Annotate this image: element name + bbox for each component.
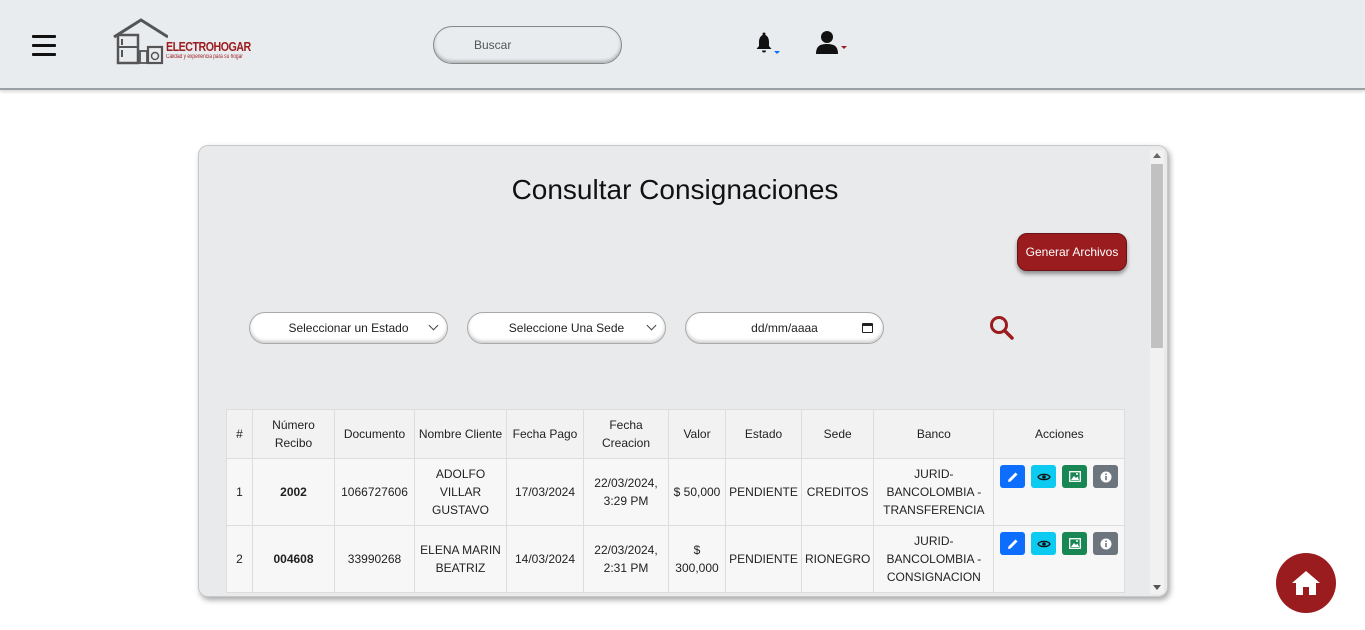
column-header: Sede bbox=[800, 409, 875, 459]
fecha-creacion-cell: 22/03/2024, 2:31 PM bbox=[583, 525, 669, 593]
page-title: Consultar Consignaciones bbox=[511, 174, 839, 205]
scroll-down-arrow-icon[interactable] bbox=[1153, 585, 1161, 590]
chevron-down-icon bbox=[646, 320, 657, 331]
sede-cell: RIONEGRO bbox=[800, 525, 875, 593]
valor-cell: $ 300,000 bbox=[668, 525, 726, 593]
info-icon bbox=[1100, 538, 1112, 549]
search-input[interactable] bbox=[433, 26, 622, 64]
info-button[interactable] bbox=[1093, 532, 1119, 555]
scroll-thumb[interactable] bbox=[1151, 164, 1163, 348]
house-logo-icon bbox=[113, 18, 169, 65]
estado-cell: PENDIENTE bbox=[725, 525, 802, 593]
home-button[interactable] bbox=[1276, 553, 1336, 613]
brand-tagline: Calidad y experiencia para su hogar bbox=[166, 54, 243, 60]
generate-files-button[interactable]: Generar Archivos bbox=[1017, 233, 1127, 271]
home-icon bbox=[1292, 571, 1320, 595]
fecha-pago-cell: 14/03/2024 bbox=[506, 525, 584, 593]
valor-cell: $ 50,000 bbox=[668, 458, 726, 526]
documento-cell: 33990268 bbox=[334, 525, 415, 593]
column-header: Nombre Cliente bbox=[414, 409, 507, 459]
image-button[interactable] bbox=[1062, 465, 1088, 488]
sede-cell: CREDITOS bbox=[800, 458, 875, 526]
column-header: Documento bbox=[334, 409, 415, 459]
pencil-icon bbox=[1007, 539, 1018, 549]
user-menu-icon[interactable] bbox=[815, 30, 851, 56]
top-navbar: ELECTROHOGAR Calidad y experiencia para … bbox=[0, 0, 1365, 90]
menu-icon[interactable] bbox=[32, 35, 56, 57]
estado-cell: PENDIENTE bbox=[725, 458, 802, 526]
banco-cell: JURID- BANCOLOMBIA - TRANSFERENCIA bbox=[873, 458, 995, 526]
cliente-cell: ADOLFO VILLAR GUSTAVO bbox=[414, 458, 507, 526]
edit-button[interactable] bbox=[1000, 532, 1026, 555]
fecha-date-value: dd/mm/aaaa bbox=[751, 321, 818, 335]
fecha-pago-cell: 17/03/2024 bbox=[506, 458, 584, 526]
pencil-icon bbox=[1007, 472, 1018, 482]
column-header: Fecha Creacion bbox=[583, 409, 669, 459]
consignaciones-table: # Número Recibo Documento Nombre Cliente… bbox=[226, 409, 1126, 593]
image-button[interactable] bbox=[1062, 532, 1088, 555]
notifications-bell-icon[interactable] bbox=[755, 32, 781, 56]
column-header: Número Recibo bbox=[252, 409, 335, 459]
table-header-row: # Número Recibo Documento Nombre Cliente… bbox=[226, 409, 1126, 459]
column-header: # bbox=[226, 409, 253, 459]
search-icon[interactable] bbox=[989, 315, 1015, 341]
view-button[interactable] bbox=[1031, 465, 1057, 488]
cliente-cell: ELENA MARIN BEATRIZ bbox=[414, 525, 507, 593]
actions-cell bbox=[993, 525, 1126, 593]
brand-logo[interactable]: ELECTROHOGAR Calidad y experiencia para … bbox=[112, 17, 252, 65]
eye-icon bbox=[1037, 540, 1051, 547]
recibo-cell: 004608 bbox=[252, 525, 335, 593]
eye-icon bbox=[1037, 473, 1051, 480]
table-row: 2 004608 33990268 ELENA MARIN BEATRIZ 14… bbox=[226, 525, 1126, 593]
scroll-up-arrow-icon[interactable] bbox=[1153, 153, 1161, 158]
banco-cell: JURID- BANCOLOMBIA - CONSIGNACION bbox=[873, 525, 995, 593]
image-icon bbox=[1068, 538, 1081, 549]
sede-select[interactable]: Seleccione Una Sede bbox=[467, 312, 666, 344]
fecha-creacion-cell: 22/03/2024, 3:29 PM bbox=[583, 458, 669, 526]
estado-select-value: Seleccionar un Estado bbox=[288, 321, 409, 335]
edit-button[interactable] bbox=[1000, 465, 1026, 488]
table-row: 1 2002 1066727606 ADOLFO VILLAR GUSTAVO … bbox=[226, 458, 1126, 526]
consignaciones-card: Consultar Consignaciones Generar Archivo… bbox=[198, 145, 1168, 597]
fecha-date-input[interactable]: dd/mm/aaaa bbox=[685, 312, 884, 344]
actions-cell bbox=[993, 458, 1126, 526]
chevron-down-icon bbox=[428, 320, 439, 331]
view-button[interactable] bbox=[1031, 532, 1057, 555]
column-header: Valor bbox=[668, 409, 726, 459]
recibo-cell: 2002 bbox=[252, 458, 335, 526]
card-scrollbar[interactable] bbox=[1150, 150, 1164, 594]
column-header: Banco bbox=[873, 409, 995, 459]
info-button[interactable] bbox=[1093, 465, 1119, 488]
estado-select[interactable]: Seleccionar un Estado bbox=[249, 312, 448, 344]
brand-name: ELECTROHOGAR bbox=[166, 39, 251, 54]
image-icon bbox=[1068, 471, 1081, 482]
row-number: 1 bbox=[226, 458, 253, 526]
documento-cell: 1066727606 bbox=[334, 458, 415, 526]
row-number: 2 bbox=[226, 525, 253, 593]
column-header: Estado bbox=[725, 409, 802, 459]
sede-select-value: Seleccione Una Sede bbox=[508, 321, 625, 335]
calendar-icon[interactable] bbox=[862, 323, 873, 333]
info-icon bbox=[1100, 471, 1112, 482]
column-header: Fecha Pago bbox=[506, 409, 584, 459]
column-header: Acciones bbox=[993, 409, 1126, 459]
